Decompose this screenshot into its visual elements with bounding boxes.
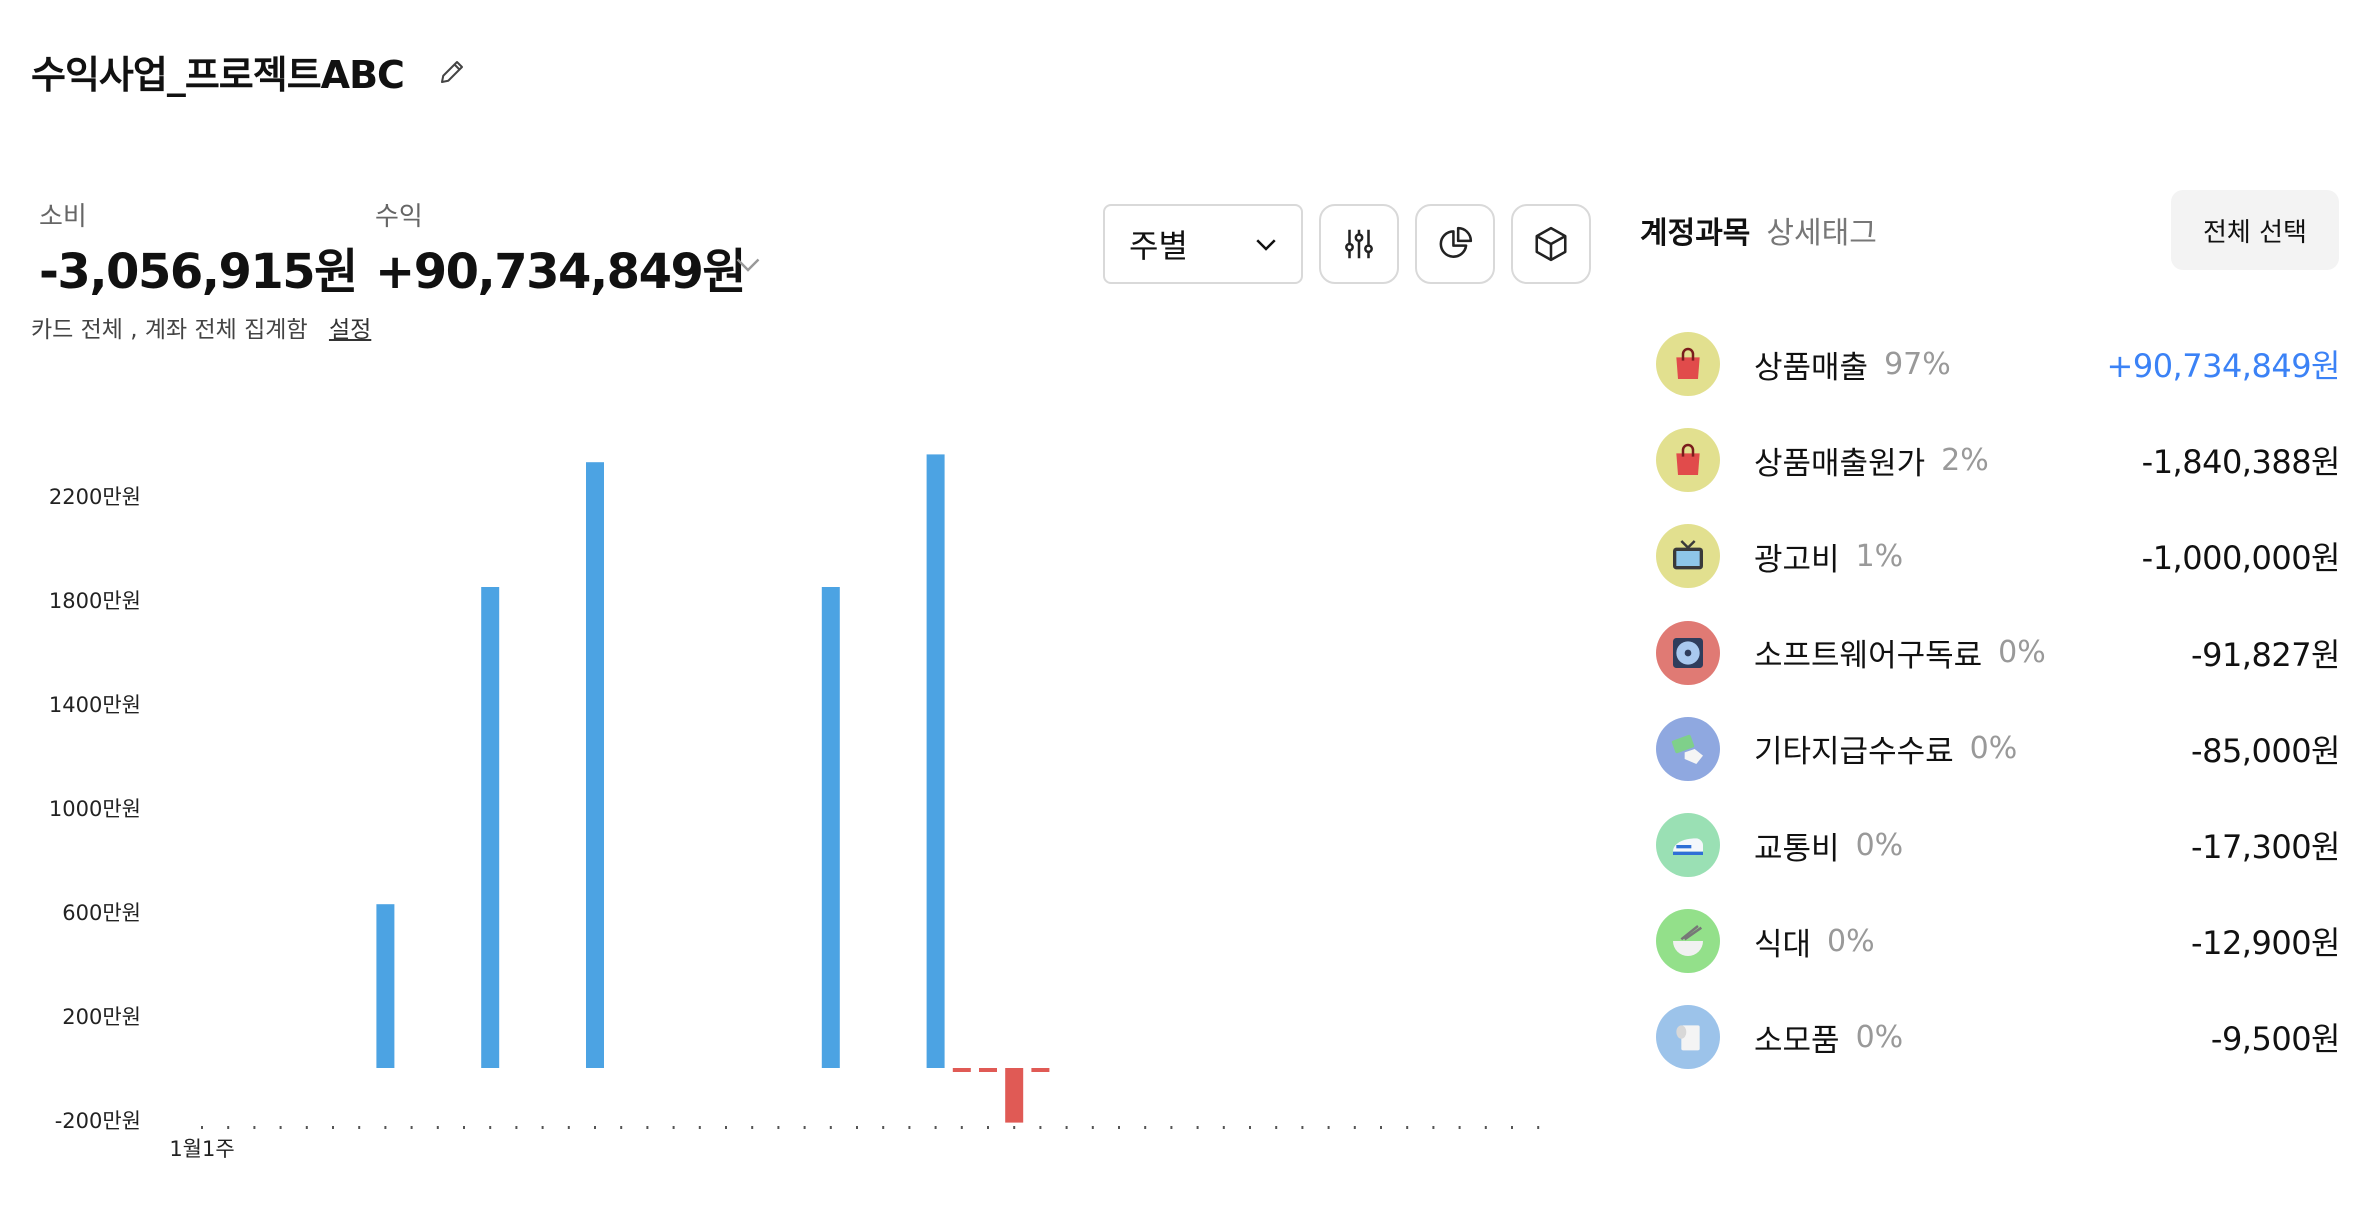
bowl-icon xyxy=(1656,909,1720,974)
account-name: 상품매출 xyxy=(1754,349,1869,386)
weekly-bar-chart: 2200만원 1800만원 1400만원 1000만원 600만원 200만원 -200만원… xyxy=(49,454,1540,1161)
account-amount: -85,000원 xyxy=(2191,731,2340,770)
y-tick-label: 600만원 xyxy=(62,901,141,925)
aggregation-row: 카드 전체 , 계좌 전체 집계함 설정 xyxy=(31,310,371,344)
account-percent: 0% xyxy=(1969,731,2018,767)
account-amount: -17,300원 xyxy=(2191,828,2340,867)
shopping-bag-icon xyxy=(1656,428,1720,493)
list-item[interactable]: 기타지급수수료 0% -85,000원 xyxy=(1656,701,2340,797)
account-name: 광고비 xyxy=(1754,541,1840,578)
disc-icon xyxy=(1656,620,1720,685)
expense-bar xyxy=(952,1068,971,1072)
account-list: 상품매출 97% +90,734,849원 상품매출원가 2% -1,840,3… xyxy=(1656,316,2341,1086)
box-view-button[interactable] xyxy=(1511,204,1591,284)
shopping-bag-icon xyxy=(1656,332,1720,397)
sliders-icon xyxy=(1345,229,1373,259)
account-name: 상품매출원가 xyxy=(1754,445,1926,482)
aggregation-text: 카드 전체 , 계좌 전체 집계함 xyxy=(31,317,308,343)
y-tick-label: 2200만원 xyxy=(49,485,141,509)
expense-bar xyxy=(1031,1068,1050,1072)
account-percent: 0% xyxy=(1998,635,2046,671)
y-tick-label: 1800만원 xyxy=(49,589,141,613)
account-percent: 0% xyxy=(1855,827,1904,863)
account-amount: -9,500원 xyxy=(2210,1020,2341,1059)
income-bar xyxy=(376,904,395,1068)
expense-bar xyxy=(979,1068,997,1072)
list-item[interactable]: 소프트웨어구독료 0% -91,827원 xyxy=(1656,605,2340,701)
account-name: 소모품 xyxy=(1754,1022,1840,1059)
period-select[interactable]: 주별 xyxy=(1103,204,1303,284)
account-amount: -1,000,000원 xyxy=(2141,539,2341,578)
account-percent: 0% xyxy=(1855,1019,1904,1055)
tissue-icon xyxy=(1656,1005,1720,1070)
account-name: 교통비 xyxy=(1754,830,1840,867)
title-row: 수익사업_프로젝트ABC xyxy=(31,44,470,99)
money-hand-icon xyxy=(1656,716,1720,781)
x-tick-label: 1월1주 xyxy=(169,1137,234,1161)
account-percent: 0% xyxy=(1827,923,1875,959)
expense-label: 소비 xyxy=(39,202,87,232)
pie-chart-icon xyxy=(1439,226,1473,258)
pencil-icon xyxy=(440,60,463,83)
settings-link[interactable]: 설정 xyxy=(329,317,371,343)
y-tick-label: -200만원 xyxy=(55,1109,141,1133)
expense-bar xyxy=(1005,1068,1024,1123)
page-title: 수익사업_프로젝트ABC xyxy=(31,53,405,97)
account-amount: +90,734,849원 xyxy=(2106,347,2341,386)
cube-icon xyxy=(1535,226,1567,262)
select-all-button[interactable]: 전체 선택 xyxy=(2171,190,2339,270)
list-item[interactable]: 식대 0% -12,900원 xyxy=(1656,893,2340,989)
account-name: 식대 xyxy=(1754,926,1812,963)
tv-icon xyxy=(1656,524,1720,589)
account-percent: 2% xyxy=(1941,442,1989,478)
chevron-down-icon xyxy=(1256,239,1276,251)
account-percent: 1% xyxy=(1855,538,1904,574)
account-name: 기타지급수수료 xyxy=(1754,734,1954,771)
summary-chevron-down-icon[interactable] xyxy=(730,246,766,282)
train-icon xyxy=(1656,813,1720,878)
income-bar xyxy=(481,587,500,1068)
expense-value: -3,056,915원 xyxy=(39,244,358,300)
y-tick-label: 200만원 xyxy=(62,1005,141,1029)
income-bar xyxy=(586,462,604,1068)
account-name: 소프트웨어구독료 xyxy=(1754,638,1983,675)
filter-button[interactable] xyxy=(1319,204,1399,284)
edit-title-button[interactable] xyxy=(434,54,470,90)
list-item[interactable]: 교통비 0% -17,300원 xyxy=(1656,797,2340,893)
tab-account-category[interactable]: 계정과목 xyxy=(1640,208,1750,252)
income-bar xyxy=(926,454,945,1068)
account-amount: -12,900원 xyxy=(2191,924,2340,963)
list-item[interactable]: 소모품 0% -9,500원 xyxy=(1656,989,2341,1085)
y-tick-label: 1000만원 xyxy=(49,797,141,821)
income-value: +90,734,849원 xyxy=(375,244,747,300)
income-bar xyxy=(821,587,840,1068)
period-select-value: 주별 xyxy=(1129,227,1188,265)
tab-detail-tags[interactable]: 상세태그 xyxy=(1766,208,1876,252)
account-amount: -1,840,388원 xyxy=(2141,443,2341,482)
account-percent: 97% xyxy=(1884,346,1951,382)
y-tick-label: 1400만원 xyxy=(49,693,141,717)
list-item[interactable]: 광고비 1% -1,000,000원 xyxy=(1656,508,2341,604)
list-item[interactable]: 상품매출 97% +90,734,849원 xyxy=(1656,316,2341,412)
income-label: 수익 xyxy=(375,202,423,232)
pie-chart-button[interactable] xyxy=(1415,204,1495,284)
account-tabs: 계정과목 상세태그 xyxy=(1640,208,1877,252)
account-amount: -91,827원 xyxy=(2191,635,2340,674)
list-item[interactable]: 상품매출원가 2% -1,840,388원 xyxy=(1656,412,2341,508)
